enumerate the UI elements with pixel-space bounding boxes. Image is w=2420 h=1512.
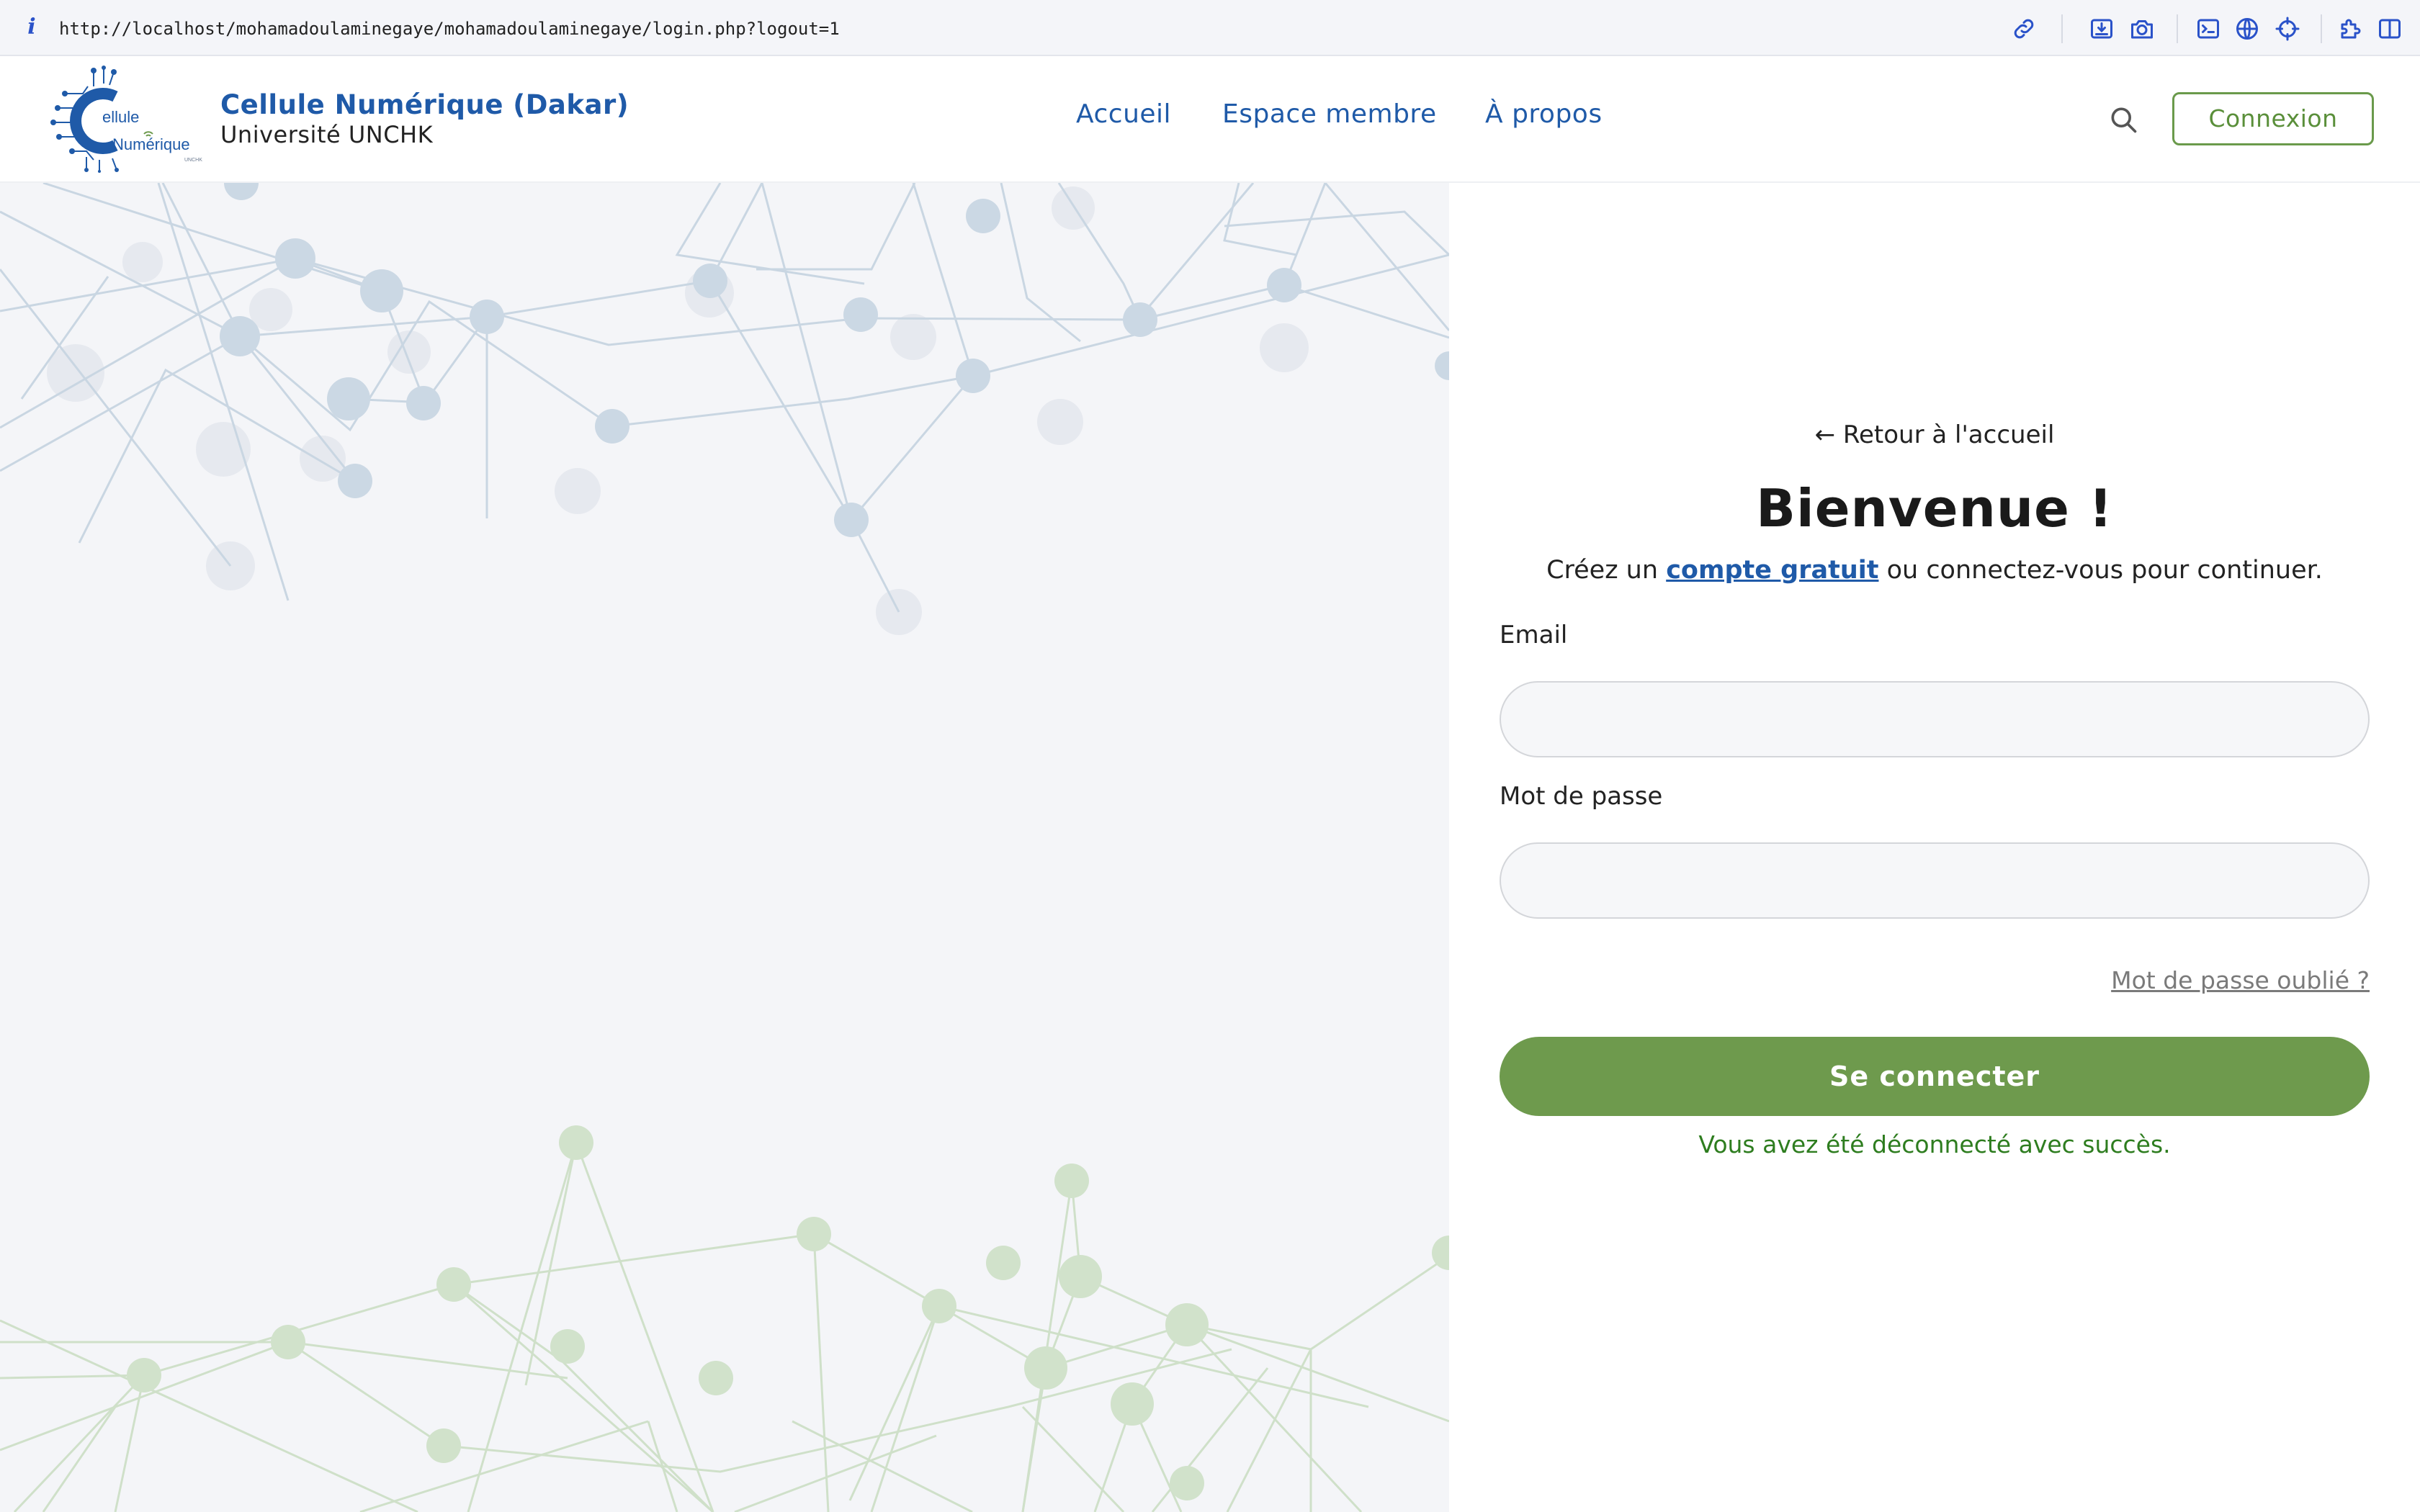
- logo-text-top: ellule: [102, 108, 139, 126]
- email-field[interactable]: [1500, 681, 2370, 757]
- toolbar-separator: [2061, 14, 2063, 43]
- toolbar-separator: [2321, 14, 2322, 43]
- password-field[interactable]: [1500, 842, 2370, 919]
- login-panel: ← Retour à l'accueil Bienvenue ! Créez u…: [1449, 183, 2420, 1512]
- url-field[interactable]: http://localhost/mohamadoulaminegaye/moh…: [59, 16, 840, 42]
- search-icon[interactable]: [2107, 104, 2139, 135]
- link-icon[interactable]: [2011, 16, 2037, 42]
- connexion-button[interactable]: Connexion: [2172, 92, 2374, 145]
- logout-success-message: Vous avez été déconnecté avec succès.: [1698, 1130, 2171, 1158]
- download-icon[interactable]: [2089, 16, 2115, 42]
- info-icon[interactable]: i: [22, 14, 42, 40]
- toolbar-separator: [2177, 14, 2178, 43]
- globe-icon[interactable]: [2234, 16, 2260, 42]
- sidebar-icon[interactable]: [2377, 16, 2403, 42]
- cellule-numerique-logo[interactable]: ellule Numérique UNCHK: [43, 65, 206, 173]
- forgot-password-link[interactable]: Mot de passe oublié ?: [2111, 966, 2370, 994]
- welcome-title: Bienvenue !: [1756, 478, 2113, 539]
- intro-text-after: ou connectez-vous pour continuer.: [1878, 556, 2323, 585]
- password-label: Mot de passe: [1500, 782, 1663, 811]
- camera-icon[interactable]: [2129, 16, 2155, 42]
- intro-text-before: Créez un: [1546, 556, 1667, 585]
- browser-address-bar: i http://localhost/mohamadoulaminegaye/m…: [0, 0, 2420, 56]
- nav-accueil[interactable]: Accueil: [1076, 99, 1171, 129]
- login-submit-button[interactable]: Se connecter: [1500, 1037, 2370, 1116]
- intro-text: Créez un compte gratuit ou connectez-vou…: [1449, 556, 2420, 585]
- logo-text-small: UNCHK: [184, 158, 202, 163]
- nav-espace-membre[interactable]: Espace membre: [1222, 99, 1437, 129]
- brand-title[interactable]: Cellule Numérique (Dakar): [220, 89, 629, 120]
- logo-text-bottom: Numérique: [112, 135, 190, 153]
- crosshair-icon[interactable]: [2275, 16, 2300, 42]
- terminal-icon[interactable]: [2195, 16, 2221, 42]
- email-label: Email: [1500, 621, 1568, 649]
- nav-a-propos[interactable]: À propos: [1485, 99, 1603, 129]
- brand-subtitle: Université UNCHK: [220, 121, 434, 148]
- create-account-link[interactable]: compte gratuit: [1666, 556, 1878, 585]
- decorative-network-panel: [0, 183, 1449, 1512]
- network-illustration: [0, 183, 1449, 1512]
- extensions-icon[interactable]: [2338, 16, 2364, 42]
- site-header: ellule Numérique UNCHK Cellule Numérique…: [0, 56, 2420, 183]
- back-to-home-link[interactable]: ← Retour à l'accueil: [1449, 420, 2420, 449]
